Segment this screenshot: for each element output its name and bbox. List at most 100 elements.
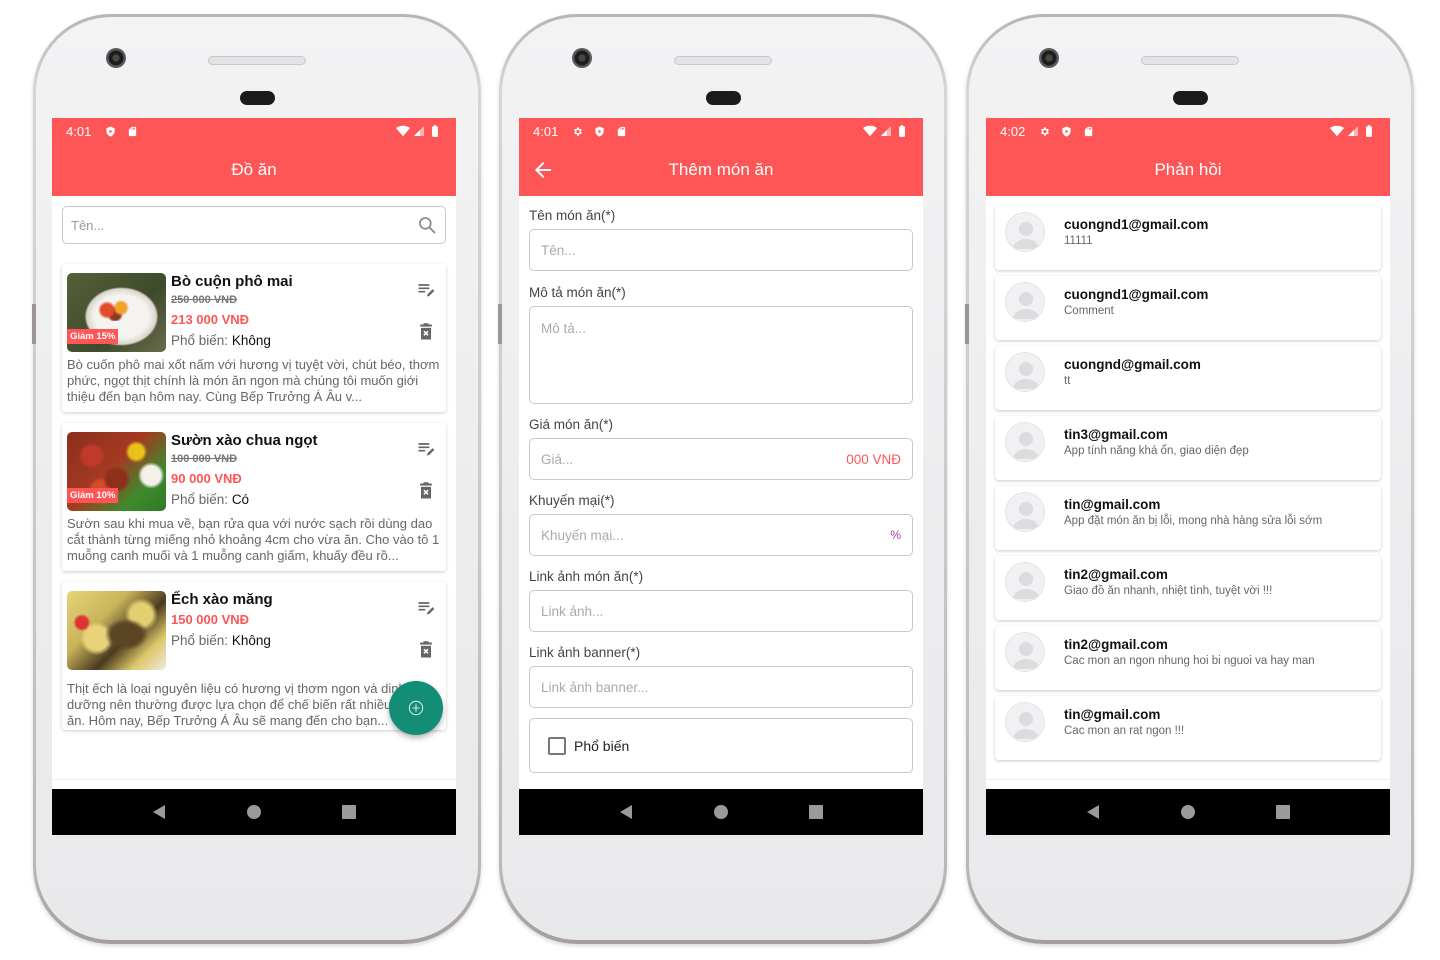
- search-input[interactable]: Tên...: [62, 206, 446, 244]
- page-title: Đồ ăn: [231, 160, 277, 179]
- food-price: 150 000 VNĐ: [171, 612, 250, 627]
- food-name: Bò cuộn phô mai: [171, 273, 293, 290]
- avatar: [1005, 352, 1045, 392]
- gear-icon: [1039, 126, 1050, 137]
- app-bar: Phản hồi: [986, 144, 1390, 196]
- back-nav-icon[interactable]: [1085, 804, 1101, 820]
- discount-placeholder: Khuyến mại...: [541, 527, 624, 543]
- feedback-message: Giao đồ ăn nhanh, nhiệt tình, tuyệt vời …: [1064, 584, 1273, 597]
- page-title: Thêm món ăn: [668, 160, 774, 179]
- earpiece-speaker: [674, 56, 772, 65]
- wifi-icon: [1330, 124, 1344, 138]
- popular-label: Phổ biến:: [171, 333, 229, 348]
- battery-icon: [895, 124, 909, 138]
- status-bar: 4:01: [519, 118, 923, 144]
- edit-icon[interactable]: [416, 598, 436, 618]
- app-bar: Thêm món ăn: [519, 144, 923, 196]
- recents-nav-icon[interactable]: [808, 804, 824, 820]
- status-time: 4:01: [66, 123, 92, 139]
- popular-checkbox[interactable]: [548, 736, 566, 755]
- feedback-message: 11111: [1064, 234, 1093, 247]
- delete-icon[interactable]: [416, 481, 436, 501]
- feedback-message: App tính năng khá ổn, giao diện đẹp: [1064, 444, 1249, 457]
- feedback-item[interactable]: cuongnd1@gmail.com 11111: [995, 206, 1381, 270]
- food-name: Sườn xào chua ngọt: [171, 432, 318, 449]
- feedback-item[interactable]: tin3@gmail.com App tính năng khá ổn, giao…: [995, 416, 1381, 480]
- feedback-email: cuongnd@gmail.com: [1064, 356, 1201, 372]
- avatar: [1005, 632, 1045, 672]
- banner-link-input[interactable]: Link ảnh banner...: [529, 666, 913, 708]
- user-placeholder-icon: [1012, 292, 1040, 319]
- image-link-input[interactable]: Link ảnh...: [529, 590, 913, 632]
- feedback-message: App đặt món ăn bị lỗi, mong nhà hàng sửa…: [1064, 514, 1323, 527]
- feedback-email: cuongnd1@gmail.com: [1064, 216, 1209, 232]
- home-nav-icon[interactable]: [713, 804, 729, 820]
- avatar: [1005, 422, 1045, 462]
- back-arrow-icon[interactable]: [531, 158, 555, 182]
- feedback-item[interactable]: cuongnd1@gmail.com Comment: [995, 276, 1381, 340]
- phone-feedback: 4:02 Phản hồi cuongnd1@gmail.com 11111 cuo…: [965, 14, 1414, 944]
- feedback-item[interactable]: tin@gmail.com Cac mon an rat ngon !!!: [995, 696, 1381, 760]
- feedback-list: cuongnd1@gmail.com 11111 cuongnd1@gmail.co…: [986, 196, 1390, 789]
- food-card[interactable]: Giảm 10% Sườn xào chua ngọt 100 000 VNĐ …: [62, 423, 446, 571]
- sd-card-icon: [1083, 126, 1094, 137]
- name-input[interactable]: Tên...: [529, 229, 913, 271]
- name-label: Tên món ăn(*): [529, 208, 616, 223]
- price-placeholder: Giá...: [541, 451, 574, 467]
- food-description: Sườn sau khi mua về, bạn rửa qua với nướ…: [67, 516, 440, 563]
- description-input[interactable]: Mô tả...: [529, 306, 913, 404]
- delete-icon[interactable]: [416, 640, 436, 660]
- search-placeholder: Tên...: [71, 217, 105, 233]
- home-nav-icon[interactable]: [246, 804, 262, 820]
- shield-play-icon: [1061, 126, 1072, 137]
- recents-nav-icon[interactable]: [341, 804, 357, 820]
- discount-label: Khuyến mại(*): [529, 493, 615, 508]
- edit-icon[interactable]: [416, 439, 436, 459]
- wifi-icon: [396, 124, 410, 138]
- front-camera: [106, 48, 126, 68]
- add-food-form: Tên món ăn(*) Tên... Mô tả món ăn(*) Mô …: [519, 196, 923, 835]
- edit-icon[interactable]: [416, 280, 436, 300]
- feedback-item[interactable]: tin@gmail.com App đặt món ăn bị lỗi, mong…: [995, 486, 1381, 550]
- add-food-button[interactable]: [389, 681, 443, 735]
- sd-card-icon: [616, 126, 627, 137]
- user-placeholder-icon: [1012, 572, 1040, 599]
- feedback-item[interactable]: tin2@gmail.com Cac mon an ngon nhung hoi …: [995, 626, 1381, 690]
- price-input[interactable]: Giá... 000 VNĐ: [529, 438, 913, 480]
- feedback-message: Comment: [1064, 304, 1114, 317]
- banner-link-label: Link ảnh banner(*): [529, 645, 641, 660]
- back-nav-icon[interactable]: [618, 804, 634, 820]
- shield-play-icon: [594, 126, 605, 137]
- feedback-email: tin2@gmail.com: [1064, 566, 1168, 582]
- name-placeholder: Tên...: [541, 242, 576, 258]
- home-nav-icon[interactable]: [1180, 804, 1196, 820]
- status-time: 4:01: [533, 123, 559, 139]
- feedback-email: tin3@gmail.com: [1064, 426, 1168, 442]
- description-label: Mô tả món ăn(*): [529, 285, 626, 300]
- popular-value: Có: [231, 492, 250, 507]
- feedback-item[interactable]: cuongnd@gmail.com tt: [995, 346, 1381, 410]
- avatar: [1005, 702, 1045, 742]
- food-name: Ếch xào măng: [171, 591, 273, 608]
- back-nav-icon[interactable]: [151, 804, 167, 820]
- screen: 4:02 Phản hồi cuongnd1@gmail.com 11111 cuo…: [986, 118, 1390, 835]
- food-image: [67, 591, 166, 670]
- avatar: [1005, 492, 1045, 532]
- discount-badge: Giảm 10%: [67, 488, 119, 503]
- mockup-stage: 4:01 Đồ ăn Tên... Giảm 15% Bò cuộn phô m…: [0, 0, 1440, 960]
- feedback-email: tin@gmail.com: [1064, 496, 1161, 512]
- delete-icon[interactable]: [416, 322, 436, 342]
- food-old-price: 250 000 VNĐ: [171, 294, 238, 306]
- discount-input[interactable]: Khuyến mại... %: [529, 514, 913, 556]
- wifi-icon: [863, 124, 877, 138]
- popular-checkbox-label: Phổ biến: [574, 737, 630, 754]
- food-card[interactable]: Giảm 15% Bò cuộn phô mai 250 000 VNĐ 213…: [62, 264, 446, 412]
- user-placeholder-icon: [1012, 432, 1040, 459]
- status-bar: 4:02: [986, 118, 1390, 144]
- avatar: [1005, 282, 1045, 322]
- recents-nav-icon[interactable]: [1275, 804, 1291, 820]
- feedback-item[interactable]: tin2@gmail.com Giao đồ ăn nhanh, nhiệt tì…: [995, 556, 1381, 620]
- status-bar: 4:01: [52, 118, 456, 144]
- popular-checkbox-row[interactable]: Phổ biến: [529, 718, 913, 773]
- search-icon[interactable]: [417, 215, 437, 235]
